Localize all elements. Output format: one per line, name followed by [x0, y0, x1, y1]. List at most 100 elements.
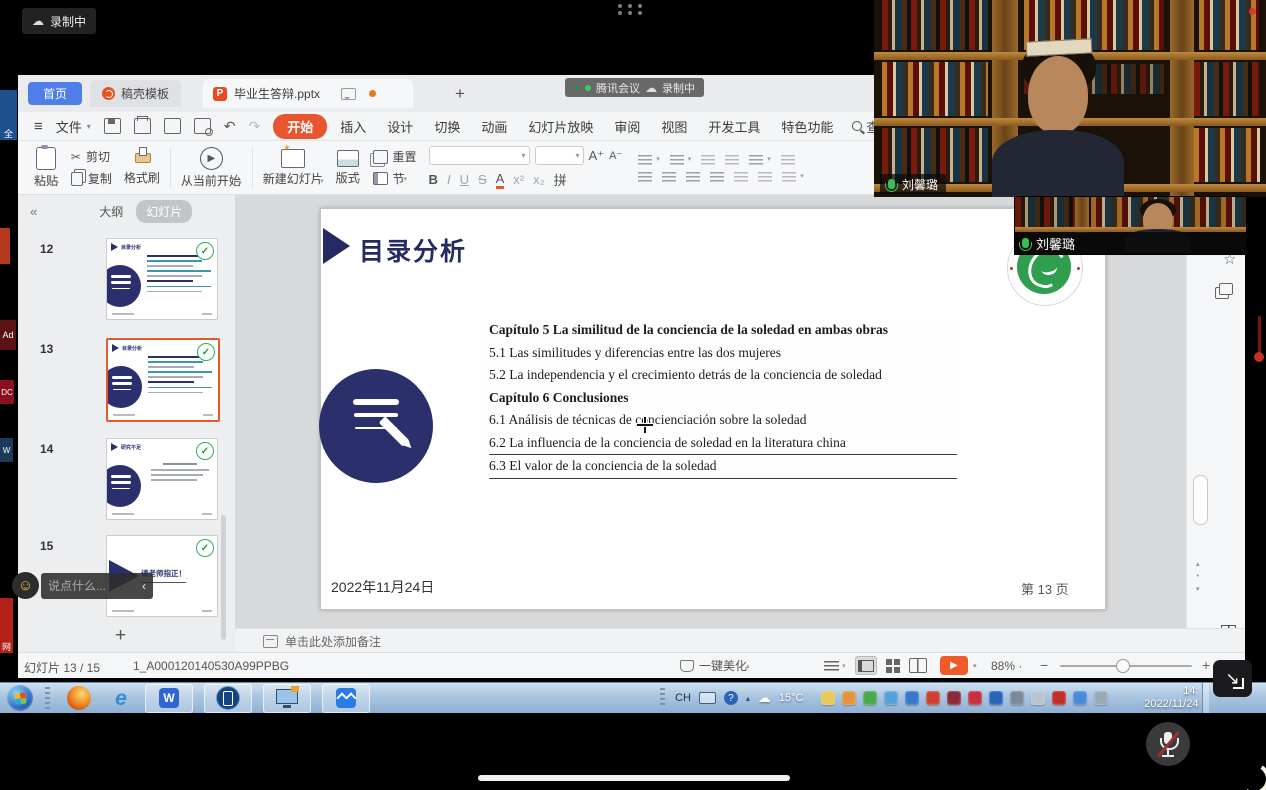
slideshow-play-button[interactable]: ▶	[940, 656, 968, 675]
numbered-list-icon[interactable]	[670, 154, 684, 165]
increase-font-icon[interactable]: A⁺	[589, 148, 605, 164]
annotation-exit-button[interactable]: ↘	[1213, 660, 1252, 697]
copy-button[interactable]: 复制	[71, 170, 112, 187]
increase-indent-icon[interactable]	[725, 154, 739, 165]
qq-penguin-icon[interactable]	[947, 691, 961, 705]
phone-app-button[interactable]	[204, 684, 252, 713]
file-menu[interactable]: 文件	[56, 117, 82, 136]
browser-ie-button[interactable]: e	[108, 685, 134, 711]
ribbon-tab-start-active[interactable]: 开始	[273, 114, 327, 139]
decrease-indent-icon[interactable]	[701, 154, 715, 165]
volume-icon[interactable]	[1031, 691, 1045, 705]
participant-video-large[interactable]: 刘馨璐	[874, 0, 1266, 197]
notes-strip[interactable]: 单击此处添加备注	[235, 628, 1245, 653]
start-button[interactable]	[7, 685, 33, 711]
text-direction-icon[interactable]	[749, 154, 763, 165]
undo-icon[interactable]: ↶	[224, 118, 236, 135]
ribbon-tab-1[interactable]: 插入	[340, 117, 366, 136]
one-key-beautify-button[interactable]: 一键美化 ▴	[680, 657, 750, 674]
chat-input[interactable]: 说点什么... ‹	[41, 573, 153, 599]
slide-text-block[interactable]: Capítulo 5 La similitud de la conciencia…	[481, 319, 957, 479]
align-center-icon[interactable]	[662, 171, 676, 182]
new-slide-button[interactable]: 新建幻灯片 ▾	[257, 141, 330, 194]
ribbon-tab-3[interactable]: 切换	[434, 117, 460, 136]
ribbon-tab-4[interactable]: 动画	[481, 117, 507, 136]
hamburger-menu-icon[interactable]: ≡	[34, 118, 43, 135]
help-icon[interactable]: ?	[724, 691, 738, 705]
tab-home[interactable]: 首页	[28, 82, 82, 105]
vertical-scrollbar[interactable]	[1193, 475, 1208, 525]
projector-app-button[interactable]	[263, 684, 311, 713]
paste-button[interactable]: 粘贴 ▾	[28, 141, 65, 194]
taskbar-clock[interactable]: 14: 2022/11/24	[1128, 685, 1198, 711]
cut-button[interactable]: ✂ 剪切	[71, 148, 112, 165]
ribbon-tab-8[interactable]: 开发工具	[708, 117, 760, 136]
folder-yellow-icon[interactable]	[821, 691, 835, 705]
strikethrough-button[interactable]: S	[478, 172, 487, 187]
tab-template-store[interactable]: 稿壳模板	[90, 80, 181, 107]
ribbon-tab-6[interactable]: 审阅	[614, 117, 640, 136]
tray-expand-icon[interactable]: ▴	[746, 694, 750, 703]
font-size-select[interactable]: ▾	[535, 146, 584, 165]
chat-collapse-icon[interactable]: ‹	[142, 579, 146, 593]
underline-button[interactable]: U	[460, 172, 469, 187]
language-indicator[interactable]: CH	[675, 692, 691, 704]
italic-button[interactable]: I	[447, 172, 451, 187]
ribbon-tab-7[interactable]: 视图	[661, 117, 687, 136]
network-blue-icon[interactable]	[1073, 691, 1087, 705]
tab-outline[interactable]: 大纲	[99, 203, 123, 220]
superscript-button[interactable]: x²	[513, 172, 524, 187]
pinyin-guide-button[interactable]: 拼▾	[554, 170, 565, 189]
save-icon[interactable]	[104, 118, 121, 134]
flower-red-icon[interactable]	[968, 691, 982, 705]
keyboard-icon[interactable]	[699, 692, 716, 704]
tab-slides-active[interactable]: 幻灯片	[136, 200, 192, 223]
slide-thumbnail-12[interactable]: ✓目录分析	[106, 238, 218, 320]
format-painter-button[interactable]: 格式刷	[118, 141, 166, 194]
section-button[interactable]: 节 ▾	[373, 170, 417, 187]
mute-microphone-button[interactable]	[1146, 722, 1190, 766]
signal-bars-icon[interactable]	[1094, 691, 1108, 705]
slide-sorter-icon[interactable]	[886, 659, 900, 673]
wps-taskbar-button[interactable]: W	[145, 684, 193, 713]
cloud-blue-icon[interactable]	[884, 691, 898, 705]
reading-view-icon[interactable]	[909, 658, 927, 673]
objects-panel-icon[interactable]	[1219, 283, 1233, 295]
tencent-meeting-button[interactable]	[322, 684, 370, 713]
meeting-status-pill[interactable]: 腾讯会议 ☁ 录制中	[565, 78, 704, 97]
zoom-out-button[interactable]: −	[1040, 657, 1048, 673]
print-preview-icon[interactable]	[194, 118, 211, 134]
font-name-select[interactable]: ▾	[429, 146, 530, 165]
line-spacing-icon[interactable]	[781, 154, 795, 165]
zoom-slider-knob[interactable]	[1116, 659, 1130, 673]
weather-temp[interactable]: 15°C	[779, 692, 804, 704]
add-slide-button[interactable]: +	[115, 625, 126, 647]
slide-nav-buttons[interactable]: ▴•▾	[1196, 560, 1200, 593]
subscript-button[interactable]: x₂	[533, 172, 545, 187]
play-from-current-button[interactable]: ▶ 从当前开始 ▾	[175, 141, 248, 194]
emoji-icon[interactable]: ☺	[12, 572, 39, 599]
ribbon-tab-5[interactable]: 幻灯片放映	[528, 117, 593, 136]
layout-button[interactable]: 版式 ▾	[330, 141, 367, 194]
pdf-red-icon[interactable]	[926, 691, 940, 705]
reset-button[interactable]: 重置	[373, 148, 417, 165]
comment-bubble-icon[interactable]	[341, 88, 356, 100]
slide-thumbnail-13[interactable]: ✓目录分析	[106, 338, 220, 422]
export-icon[interactable]	[164, 118, 181, 134]
play-options-caret-icon[interactable]: ▾	[973, 662, 977, 670]
current-slide[interactable]: 目录分析 Capítulo 5 La similitud de la conci…	[320, 208, 1106, 610]
notes-view-icon[interactable]	[824, 660, 839, 672]
redo-icon[interactable]: ↷	[249, 118, 261, 135]
slide-thumbnail-14[interactable]: ✓研究不足	[106, 438, 218, 520]
meeting-toolbar-drag-handle[interactable]	[618, 4, 642, 15]
zoom-in-button[interactable]: +	[1202, 657, 1210, 673]
font-color-button[interactable]: A	[496, 171, 505, 189]
horn-red-icon[interactable]	[1052, 691, 1066, 705]
bold-button[interactable]: B	[429, 172, 438, 187]
bluetooth-icon[interactable]	[989, 691, 1003, 705]
folder-upload-icon[interactable]	[905, 691, 919, 705]
decrease-font-icon[interactable]: A⁻	[609, 149, 622, 162]
columns-icon[interactable]	[758, 171, 772, 182]
show-desktop-button[interactable]	[1202, 683, 1209, 713]
list-settings-icon[interactable]	[782, 171, 796, 182]
